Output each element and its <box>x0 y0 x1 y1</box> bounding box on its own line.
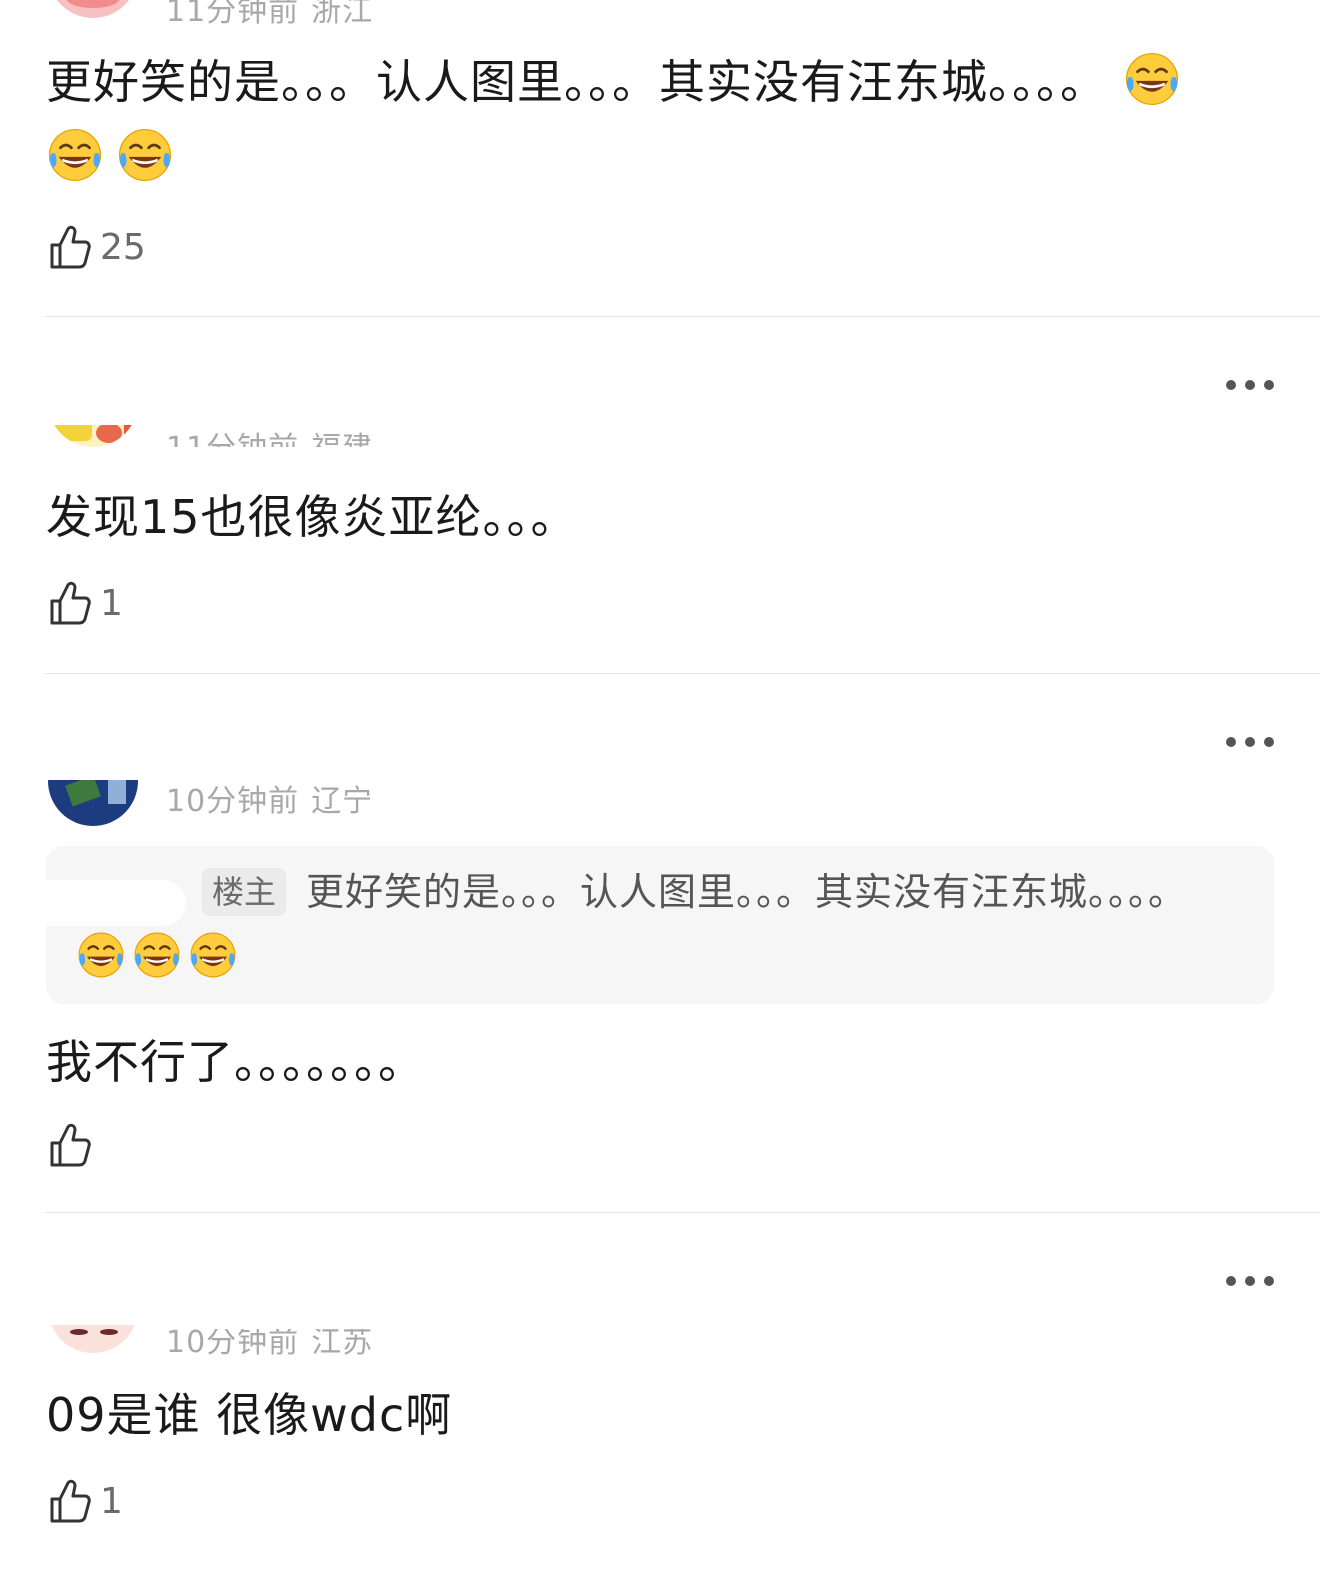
laugh-tears-emoji <box>132 930 182 980</box>
comment-text: 更好笑的是。。。认人图里。。。其实没有汪东城。。。。 <box>46 44 1250 196</box>
laugh-tears-emoji <box>188 930 238 980</box>
comment-text: 09是谁 很像wdc啊 <box>46 1377 1250 1453</box>
quoted-emojis <box>76 930 244 980</box>
thumbs-up-icon <box>48 579 92 627</box>
like-count: 25 <box>100 226 146 268</box>
comment-text-content: 我不行了。。。。。。。 <box>46 1035 425 1089</box>
like-button[interactable]: 25 <box>48 222 146 272</box>
thumbs-up-icon <box>48 1121 92 1169</box>
comment-text-content: 09是谁 很像wdc啊 <box>46 1388 453 1442</box>
comment-meta: 11分钟前 浙江 <box>166 0 373 30</box>
comment-time: 10分钟前 <box>166 1325 300 1360</box>
comment-time: 10分钟前 <box>166 784 300 819</box>
like-count: 1 <box>100 1480 123 1522</box>
avatar[interactable] <box>48 0 138 18</box>
more-dots-icon[interactable] <box>1226 379 1274 391</box>
comment-text: 发现15也很像炎亚纶。。。 <box>46 479 1250 555</box>
like-button[interactable] <box>48 1120 100 1170</box>
quoted-text: 更好笑的是。。。认人图里。。。其实没有汪东城。。。。 <box>306 870 1188 914</box>
laugh-tears-emoji <box>76 930 126 980</box>
comment-text-content: 更好笑的是。。。认人图里。。。其实没有汪东城。。。。 <box>46 55 1107 109</box>
thumbs-up-icon <box>48 1477 92 1525</box>
comment-region: 辽宁 <box>311 784 374 819</box>
quoted-reply[interactable]: 楼主 更好笑的是。。。认人图里。。。其实没有汪东城。。。。 <box>46 846 1274 1004</box>
more-dots-icon[interactable] <box>1226 1275 1274 1287</box>
divider <box>45 1212 1320 1213</box>
comment-text-content: 发现15也很像炎亚纶。。。 <box>46 490 578 544</box>
thumbs-up-icon <box>48 223 92 271</box>
divider <box>45 316 1320 317</box>
comment-time: 11分钟前 <box>166 0 300 29</box>
like-button[interactable]: 1 <box>48 1476 123 1526</box>
op-badge: 楼主 <box>202 868 287 916</box>
laugh-tears-emoji <box>46 126 104 184</box>
comment-region: 江苏 <box>311 1325 374 1360</box>
more-dots-icon[interactable] <box>1226 736 1274 748</box>
laugh-tears-emoji <box>116 126 174 184</box>
comment-region: 浙江 <box>311 0 374 29</box>
like-count: 1 <box>100 582 123 624</box>
comment-meta: 10分钟前 辽宁 <box>166 776 373 820</box>
laugh-tears-emoji <box>1123 50 1181 108</box>
like-button[interactable]: 1 <box>48 578 123 628</box>
divider <box>45 673 1320 674</box>
comment-text: 我不行了。。。。。。。 <box>46 1024 1250 1100</box>
